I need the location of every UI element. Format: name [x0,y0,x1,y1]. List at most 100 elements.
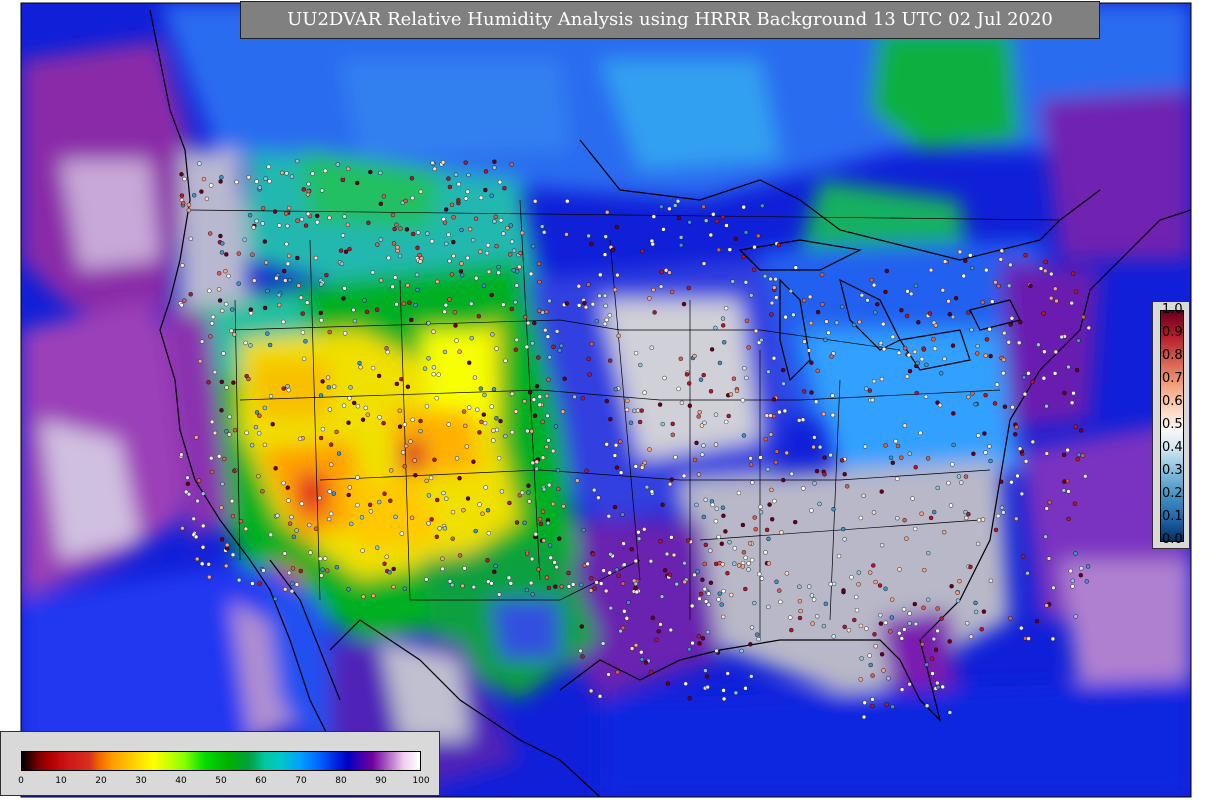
station-dot [955,590,960,595]
station-dot [632,408,637,413]
station-dot [300,311,305,316]
station-dot [510,430,515,435]
station-dot [426,521,431,526]
station-dot [608,358,613,363]
station-dot [931,636,937,642]
station-dot [1073,614,1078,619]
station-dot [778,599,783,605]
station-dot [206,380,211,385]
station-dot [748,456,753,461]
station-dot [417,252,422,258]
station-dot [596,495,601,500]
station-dot [315,213,320,219]
station-dot [489,404,494,409]
station-dot [459,227,464,233]
station-dot [289,174,295,179]
station-dot [537,394,542,399]
station-dot [784,571,790,576]
station-dot [308,550,313,555]
station-dot [216,271,222,276]
station-dot [1066,489,1071,494]
station-dot [229,498,235,504]
station-dot [955,598,961,603]
station-dot [464,444,469,449]
station-dot [618,439,623,444]
station-dot [736,563,742,568]
station-dot [740,398,745,403]
station-dot [386,255,391,261]
station-dot [180,263,185,268]
station-dot [999,248,1004,254]
station-dot [725,571,730,576]
station-dot [357,360,362,366]
station-dot [767,502,772,507]
station-dot [749,625,755,630]
station-dot [870,673,875,678]
station-dot [714,506,719,511]
station-dot [540,419,545,424]
station-dot [543,328,548,333]
station-dot [540,455,546,460]
station-dot [753,527,758,532]
station-dot [564,301,569,306]
station-dot [618,470,624,475]
station-dot [186,202,192,208]
station-dot [871,282,877,288]
station-dot [257,185,262,190]
station-dot [510,391,515,396]
rh-tick: 50 [215,776,227,786]
station-dot [713,325,718,331]
station-dot [605,209,610,215]
station-dot [341,403,347,408]
station-dot [1053,349,1059,355]
station-dot [378,278,384,283]
station-dot [1021,375,1027,380]
station-dot [472,375,478,380]
station-dot [219,379,225,385]
station-dot [180,200,186,206]
station-dot [345,222,351,228]
station-dot [285,485,290,490]
station-dot [335,162,340,167]
station-dot [1066,364,1071,370]
station-dot [537,279,542,285]
station-dot [478,386,483,391]
station-dot [864,626,869,631]
station-dot [432,166,437,172]
station-dot [435,497,440,503]
station-dot [817,501,822,507]
station-dot [608,417,613,422]
station-dot [648,670,654,675]
station-dot [398,226,403,231]
station-dot [465,255,470,261]
station-dot [633,586,638,591]
station-dot [692,572,697,578]
station-dot [613,443,619,448]
station-dot [315,219,320,225]
station-dot [444,207,449,212]
station-dot [957,249,963,255]
station-dot [802,389,807,394]
station-dot [625,398,630,403]
station-dot [1017,340,1022,345]
station-dot [601,568,606,573]
station-dot [681,301,687,307]
station-dot [678,235,684,240]
station-dot [969,327,974,333]
station-dot [651,287,656,293]
station-dot [182,298,187,303]
station-dot [230,514,236,519]
station-dot [463,160,468,165]
station-dot [664,551,670,557]
station-dot [604,398,609,404]
station-dot [260,489,265,494]
station-dot [643,660,649,665]
station-dot [933,647,939,652]
station-dot [928,267,934,273]
station-dot [668,627,673,633]
station-dot [743,555,748,560]
station-dot [306,188,311,194]
station-dot [368,509,374,514]
station-dot [397,408,402,413]
station-dot [435,279,440,284]
